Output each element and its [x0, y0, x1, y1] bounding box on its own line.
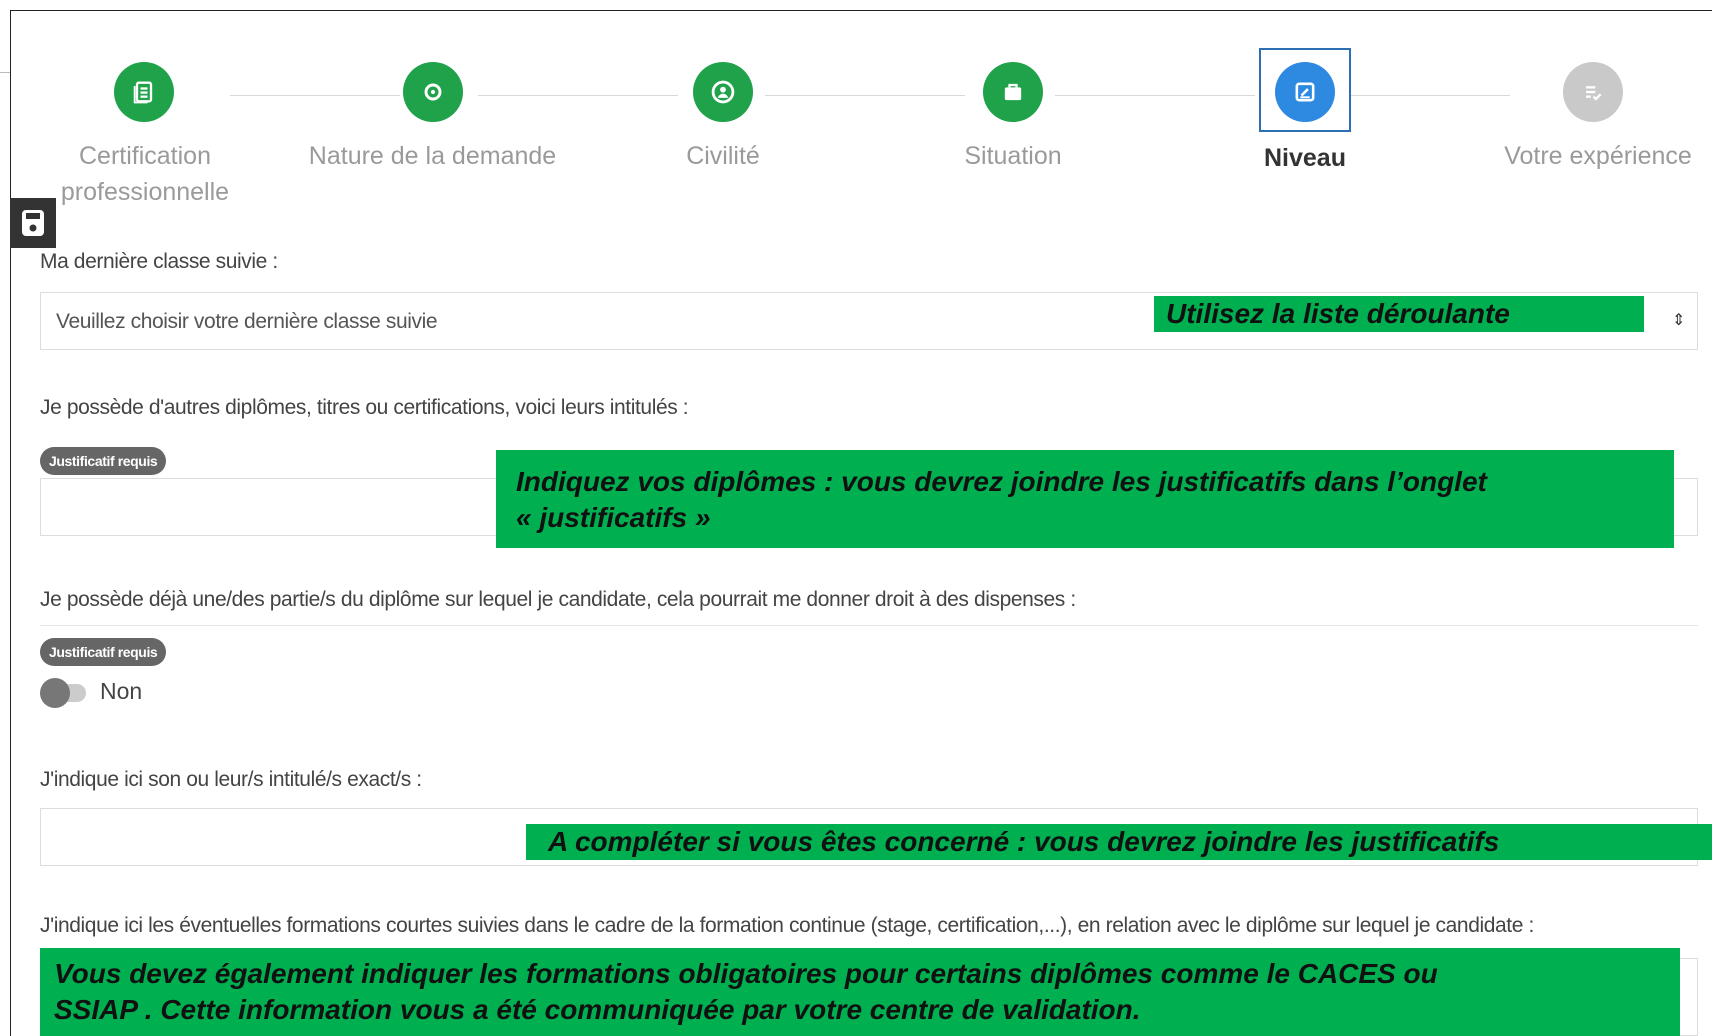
stepper-connector [1350, 95, 1510, 96]
toggle-label: Non [100, 678, 143, 704]
step-label: Situation [964, 142, 1062, 170]
stepper-connector [765, 95, 965, 96]
annotation-line: SSIAP . Cette information vous a été com… [54, 994, 1141, 1025]
user-icon [693, 62, 753, 122]
annotation-trainings-hint: Vous devez également indiquer les format… [40, 948, 1680, 1036]
select-arrows-icon: ⇕ [1672, 312, 1686, 329]
exact-titles-label: J'indique ici son ou leur/s intitulé/s e… [40, 768, 422, 791]
partial-diploma-toggle[interactable] [40, 678, 88, 708]
briefcase-icon [983, 62, 1043, 122]
save-tab[interactable] [10, 198, 56, 248]
divider [40, 625, 1698, 626]
stepper-connector [1055, 95, 1255, 96]
last-class-label: Ma dernière classe suivie : [40, 250, 278, 273]
step-label: Civilité [686, 142, 760, 170]
edit-icon [1275, 62, 1335, 122]
required-proof-badge: Justificatif requis [40, 638, 167, 666]
step-label: Votre expérience [1504, 142, 1692, 170]
annotation-line: Indiquez vos diplômes : vous devrez join… [516, 466, 1487, 497]
step-label: Certification professionnelle [60, 142, 230, 206]
document-list-icon [114, 62, 174, 122]
save-icon [22, 210, 44, 236]
toggle-knob [40, 678, 70, 708]
short-trainings-label: J'indique ici les éventuelles formations… [40, 914, 1534, 937]
target-icon [403, 62, 463, 122]
annotation-diplomas-hint: Indiquez vos diplômes : vous devrez join… [496, 450, 1674, 548]
step-label: Nature de la demande [308, 142, 557, 170]
annotation-select-hint: Utilisez la liste déroulante [1154, 296, 1644, 332]
last-class-placeholder: Veuillez choisir votre dernière classe s… [56, 310, 438, 333]
other-diplomas-label: Je possède d'autres diplômes, titres ou … [40, 396, 689, 419]
annotation-line: « justificatifs » [516, 502, 711, 533]
list-check-icon [1563, 62, 1623, 122]
partial-diploma-label: Je possède déjà une/des partie/s du dipl… [40, 588, 1076, 611]
stepper-connector [478, 95, 678, 96]
left-edge-tick [0, 72, 10, 73]
required-proof-badge: Justificatif requis [40, 447, 167, 475]
annotation-complete-hint: A compléter si vous êtes concerné : vous… [526, 824, 1712, 860]
stepper-connector [230, 95, 400, 96]
annotation-line: Vous devez également indiquer les format… [54, 958, 1438, 989]
step-label: Niveau [1264, 144, 1346, 172]
